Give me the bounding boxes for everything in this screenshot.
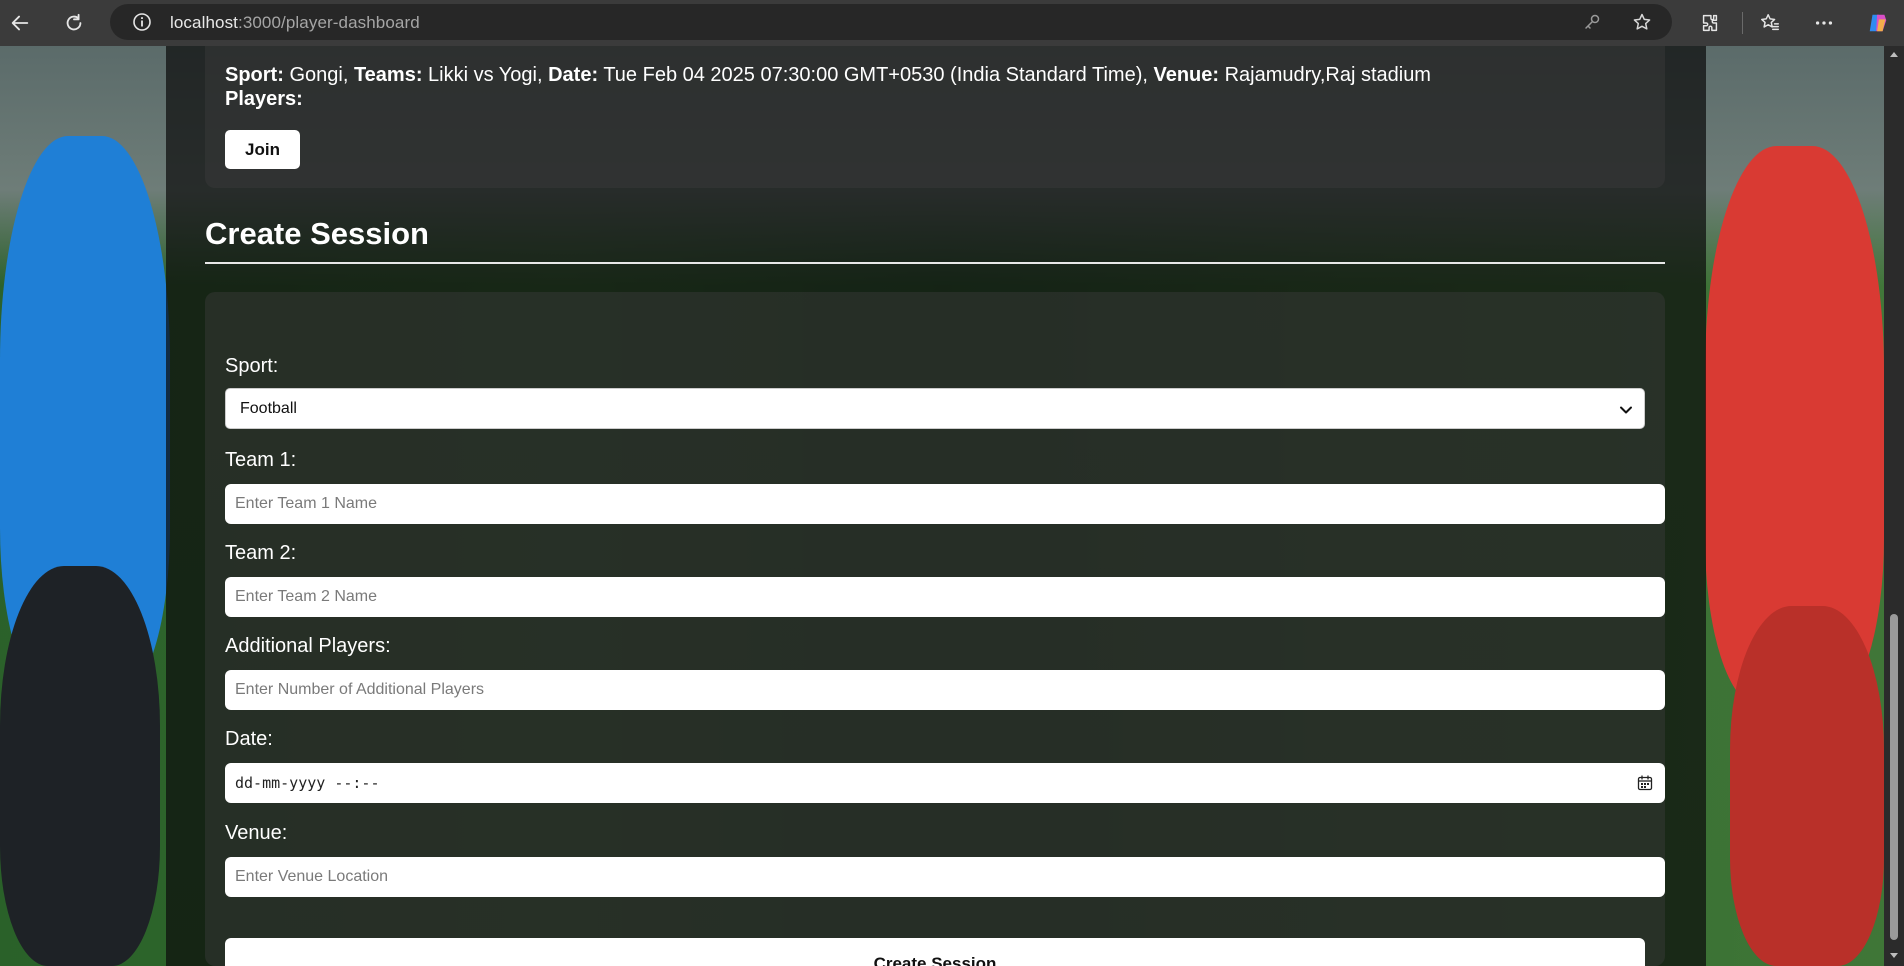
venue-label: Venue: <box>225 822 288 844</box>
session-venue-value: Rajamudry,Raj stadium <box>1219 64 1431 86</box>
toolbar-divider <box>1742 12 1743 34</box>
date-placeholder: dd-mm-yyyy --:-- <box>235 774 380 792</box>
section-title: Create Session <box>205 216 429 251</box>
background-player-shorts <box>0 566 160 966</box>
team1-label: Team 1: <box>225 449 297 471</box>
info-icon[interactable] <box>132 12 152 32</box>
page-viewport: Sport: Gongi, Teams: Likki vs Yogi, Date… <box>0 46 1884 966</box>
join-button[interactable]: Join <box>225 130 300 169</box>
copilot-icon[interactable] <box>1862 7 1894 39</box>
additional-players-input[interactable] <box>225 670 1665 710</box>
session-players-label: Players: <box>225 88 303 110</box>
back-arrow-icon[interactable] <box>4 7 36 39</box>
calendar-icon[interactable] <box>1637 775 1653 791</box>
sport-select[interactable]: Football <box>225 388 1645 429</box>
team1-input[interactable] <box>225 484 1665 524</box>
url-host: localhost <box>170 13 238 32</box>
create-session-form: Sport: Football Team 1: Team 2: Addition… <box>205 292 1665 966</box>
more-icon[interactable] <box>1808 7 1840 39</box>
session-teams-value: Likki vs Yogi, <box>422 64 549 86</box>
url-path: :3000/player-dashboard <box>238 13 420 32</box>
session-date-label: Date: <box>548 64 599 86</box>
date-label: Date: <box>225 728 273 750</box>
section-divider <box>205 262 1665 264</box>
additional-players-label: Additional Players: <box>225 635 391 657</box>
background-player-red-legs <box>1730 606 1884 966</box>
session-date-value: Tue Feb 04 2025 07:30:00 GMT+0530 (India… <box>598 64 1154 86</box>
sport-select-value: Football <box>240 400 297 417</box>
session-venue-label: Venue: <box>1153 64 1220 86</box>
refresh-icon[interactable] <box>58 7 90 39</box>
session-sport-value: Gongi, <box>283 64 354 86</box>
star-icon[interactable] <box>1632 12 1652 32</box>
session-sport-label: Sport: <box>225 64 284 86</box>
url-text[interactable]: localhost:3000/player-dashboard <box>170 13 420 33</box>
favorites-icon[interactable] <box>1754 7 1786 39</box>
venue-input[interactable] <box>225 857 1665 897</box>
create-session-button[interactable]: Create Session <box>225 938 1645 966</box>
session-details: Sport: Gongi, Teams: Likki vs Yogi, Date… <box>225 64 1431 87</box>
browser-toolbar: localhost:3000/player-dashboard <box>0 0 1904 46</box>
team2-input[interactable] <box>225 577 1665 617</box>
session-teams-label: Teams: <box>353 64 423 86</box>
scroll-up-icon[interactable] <box>1889 50 1899 58</box>
key-icon[interactable] <box>1582 12 1602 32</box>
page-scrollbar[interactable] <box>1884 46 1904 966</box>
team2-label: Team 2: <box>225 542 297 564</box>
dashboard-panel: Sport: Gongi, Teams: Likki vs Yogi, Date… <box>166 46 1706 966</box>
date-input[interactable]: dd-mm-yyyy --:-- <box>225 763 1665 803</box>
scroll-thumb[interactable] <box>1890 614 1898 940</box>
session-card: Sport: Gongi, Teams: Likki vs Yogi, Date… <box>205 46 1665 188</box>
address-bar[interactable]: localhost:3000/player-dashboard <box>110 4 1672 40</box>
chevron-down-icon <box>1620 406 1632 414</box>
sport-label: Sport: <box>225 355 279 377</box>
puzzle-icon[interactable] <box>1694 7 1726 39</box>
scroll-down-icon[interactable] <box>1889 952 1899 960</box>
